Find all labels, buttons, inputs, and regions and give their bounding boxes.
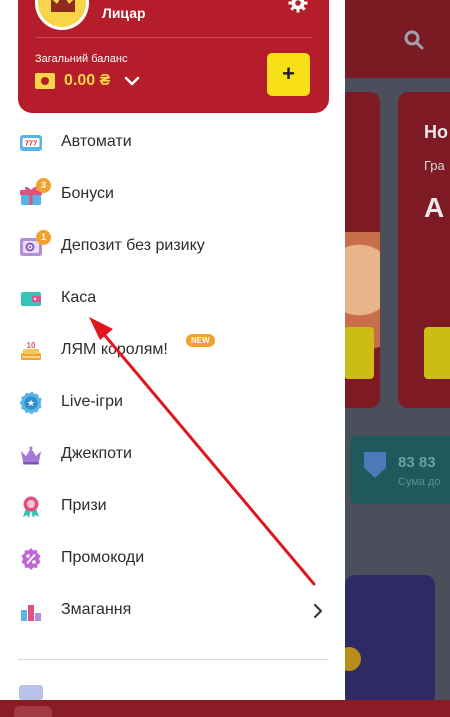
wallet-icon	[21, 292, 41, 306]
svg-text:10: 10	[27, 341, 36, 350]
promo-card-button-2[interactable]	[424, 327, 450, 379]
menu-item-label: Призи	[61, 497, 107, 514]
user-name: Лицар	[102, 5, 146, 21]
crown-icon	[21, 446, 41, 465]
menu-item-label: Автомати	[61, 133, 132, 150]
menu-item-label: Джекпоти	[61, 445, 132, 462]
menu-item-prizes[interactable]: Призи	[0, 482, 345, 532]
chevron-right-icon[interactable]	[311, 603, 325, 619]
chevron-down-icon[interactable]	[124, 75, 140, 87]
avatar[interactable]	[35, 0, 89, 30]
clapperboard-icon[interactable]	[19, 685, 43, 700]
new-badge: NEW	[186, 334, 215, 347]
menu-item-slots[interactable]: 777 Автомати	[0, 118, 345, 168]
menu-item-jackpots[interactable]: Джекпоти	[0, 430, 345, 480]
menu-divider	[18, 659, 329, 660]
bonus-count-badge: 3	[36, 178, 51, 193]
jackpot-stat-card[interactable]: 83 83 Сума до	[350, 436, 450, 504]
promo-card-headline: А	[424, 192, 445, 223]
balance-amount: 0.00 ₴	[64, 72, 111, 89]
slots-777-icon: 777	[20, 135, 42, 151]
deposit-count-badge: 1	[36, 230, 51, 245]
bottom-tab[interactable]	[14, 706, 52, 717]
menu-item-label: Бонуси	[61, 185, 114, 202]
bottom-bar	[0, 700, 450, 717]
promo-card-button[interactable]	[344, 327, 374, 379]
divider	[35, 37, 313, 38]
menu-item-live-games[interactable]: Live-ігри	[0, 378, 345, 428]
cake-icon: 10	[21, 341, 41, 360]
medal-icon	[23, 496, 39, 518]
menu-item-cashier[interactable]: Каса	[0, 274, 345, 324]
promo-card-title: Но	[424, 122, 448, 142]
banknote-icon	[35, 73, 55, 89]
menu-item-label: Промокоди	[61, 549, 145, 566]
stat-caption: Сума до	[398, 476, 441, 488]
menu-item-label: Депозит без ризику	[61, 237, 205, 254]
shield-icon	[364, 452, 386, 478]
gear-icon[interactable]	[288, 0, 308, 13]
background-promo-card-2[interactable]: Но Гра А	[398, 92, 450, 408]
stat-number: 83 83	[398, 454, 436, 471]
menu-item-label: Live-ігри	[61, 393, 123, 410]
balance-card: Лицар Загальний баланс 0.00 ₴ +	[18, 0, 329, 113]
menu-item-tournaments[interactable]: Змагання	[0, 586, 345, 636]
menu-item-bonuses[interactable]: 3 Бонуси	[0, 170, 345, 220]
menu-item-label: Каса	[61, 289, 97, 306]
crown-icon	[51, 0, 75, 12]
background-game-card[interactable]	[337, 575, 435, 705]
podium-icon	[21, 605, 41, 621]
menu-item-lyam-korolyam[interactable]: 10 ЛЯМ королям! NEW	[0, 326, 345, 376]
deposit-button[interactable]: +	[267, 53, 310, 96]
search-icon[interactable]	[402, 28, 426, 52]
svg-text:777: 777	[25, 138, 38, 147]
menu-item-label: Змагання	[61, 601, 132, 618]
promo-card-subtitle: Гра	[424, 158, 445, 173]
menu-item-label: ЛЯМ королям!	[61, 341, 168, 358]
background-top-bar	[345, 0, 450, 78]
menu-item-risk-free-deposit[interactable]: 1 Депозит без ризику	[0, 222, 345, 272]
casino-chip-icon	[19, 391, 43, 415]
balance-label: Загальний баланс	[35, 53, 128, 65]
balance-row[interactable]: 0.00 ₴	[35, 72, 140, 90]
percent-icon	[21, 548, 41, 570]
menu-item-promo-codes[interactable]: Промокоди	[0, 534, 345, 584]
side-drawer: Лицар Загальний баланс 0.00 ₴ + 777 Авто…	[0, 0, 345, 700]
